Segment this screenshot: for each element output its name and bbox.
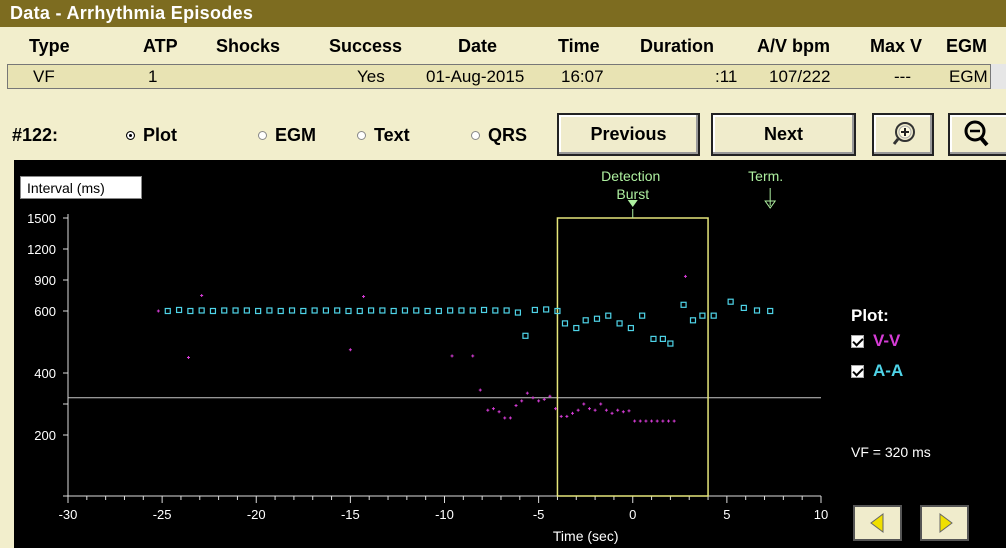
radio-indicator xyxy=(471,131,480,140)
radio-plot-label: Plot xyxy=(143,125,177,145)
vv-checkbox[interactable] xyxy=(851,334,864,348)
zoom-out-button[interactable] xyxy=(948,113,1006,156)
radio-text-label: Text xyxy=(374,125,410,145)
zoom-in-button[interactable] xyxy=(872,113,934,156)
cell-type: VF xyxy=(33,67,55,86)
previous-button[interactable]: Previous xyxy=(557,113,700,156)
col-header-type[interactable]: Type xyxy=(29,36,70,57)
episode-number: #122: xyxy=(12,125,59,145)
scroll-left-button[interactable] xyxy=(853,505,902,541)
cell-time: 16:07 xyxy=(561,67,604,86)
triangle-left-icon xyxy=(869,513,883,533)
next-button[interactable]: Next xyxy=(711,113,856,156)
table-scrollbar[interactable] xyxy=(990,64,1006,89)
scroll-right-button[interactable] xyxy=(920,505,969,541)
col-header-av-bpm[interactable]: A/V bpm xyxy=(757,36,830,57)
radio-qrs-label: QRS xyxy=(488,125,528,145)
cell-duration: :11 xyxy=(715,67,738,86)
table-row[interactable]: VF 1 Yes 01-Aug-2015 16:07 :11 107/222 -… xyxy=(7,64,993,89)
col-header-max-v[interactable]: Max V xyxy=(870,36,922,57)
window-title: Data - Arrhythmia Episodes xyxy=(10,3,254,23)
radio-selected-indicator xyxy=(126,131,135,140)
legend-aa-label: A-A xyxy=(873,361,904,380)
table-header: Type ATP Shocks Success Date Time Durati… xyxy=(0,30,1006,62)
legend-vv[interactable]: V-V xyxy=(851,331,900,351)
controls-bar: #122: Plot EGM Text QRS Previous Next xyxy=(0,108,1006,160)
zoom-out-icon xyxy=(964,120,989,147)
legend-aa[interactable]: A-A xyxy=(851,361,903,381)
triangle-right-icon xyxy=(939,513,953,533)
col-header-date[interactable]: Date xyxy=(458,36,497,57)
legend-title: Plot: xyxy=(851,306,889,325)
aa-checkbox[interactable] xyxy=(851,364,864,378)
vf-threshold-label: VF = 320 ms xyxy=(851,444,931,460)
title-bar: Data - Arrhythmia Episodes xyxy=(0,0,1006,27)
col-header-duration[interactable]: Duration xyxy=(640,36,714,57)
zoom-in-icon xyxy=(892,122,915,145)
cell-atp: 1 xyxy=(148,67,158,86)
cell-max-v: --- xyxy=(894,67,911,86)
legend-vv-label: V-V xyxy=(873,331,901,350)
radio-plot[interactable]: Plot xyxy=(126,125,177,146)
y-axis-label: Interval (ms) xyxy=(20,176,142,199)
radio-indicator xyxy=(357,131,366,140)
radio-egm[interactable]: EGM xyxy=(258,125,316,146)
col-header-shocks[interactable]: Shocks xyxy=(216,36,280,57)
radio-qrs[interactable]: QRS xyxy=(471,125,527,146)
radio-egm-label: EGM xyxy=(275,125,317,145)
radio-indicator xyxy=(258,131,267,140)
col-header-egm[interactable]: EGM xyxy=(946,36,987,57)
cell-date: 01-Aug-2015 xyxy=(426,67,525,86)
col-header-time[interactable]: Time xyxy=(558,36,600,57)
cell-av-bpm: 107/222 xyxy=(769,67,831,86)
col-header-atp[interactable]: ATP xyxy=(143,36,178,57)
radio-text[interactable]: Text xyxy=(357,125,410,146)
col-header-success[interactable]: Success xyxy=(329,36,402,57)
cell-egm[interactable]: EGM xyxy=(949,67,988,87)
cell-success: Yes xyxy=(357,67,385,86)
plot-panel xyxy=(14,160,1006,548)
